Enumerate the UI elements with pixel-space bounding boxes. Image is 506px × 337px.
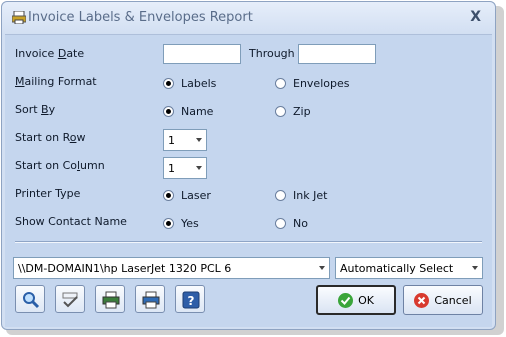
invoice-date-label: Invoice Date — [15, 47, 85, 60]
svg-text:?: ? — [188, 294, 195, 308]
report-icon — [12, 11, 26, 24]
preview-button[interactable] — [15, 285, 45, 313]
print-setup-icon — [102, 291, 120, 309]
title-bar: Invoice Labels & Envelopes Report X — [2, 2, 495, 34]
dialog-body: Invoice Date Through Mailing Format Labe… — [5, 34, 492, 327]
check-icon — [338, 292, 354, 308]
radio-labels[interactable]: Labels — [163, 77, 216, 90]
invoice-date-field[interactable] — [163, 44, 241, 64]
sort-by-label: Sort By — [15, 103, 56, 116]
magnifier-icon — [23, 292, 40, 309]
cancel-button[interactable]: Cancel — [403, 285, 483, 315]
ok-button[interactable]: OK — [316, 285, 396, 315]
cancel-x-icon — [414, 292, 430, 308]
mailing-format-label: Mailing Format — [15, 75, 97, 88]
start-row-select[interactable]: 1 — [163, 129, 207, 151]
radio-yes[interactable]: Yes — [163, 217, 199, 230]
radio-name[interactable]: Name — [163, 105, 213, 118]
printer-type-label: Printer Type — [15, 187, 81, 200]
radio-no-dot — [275, 218, 286, 229]
radio-yes-dot — [163, 218, 174, 229]
through-date-field[interactable] — [298, 44, 376, 64]
ok-label: OK — [358, 293, 374, 307]
radio-name-dot — [163, 106, 174, 117]
radio-inkjet-dot — [275, 190, 286, 201]
cancel-label: Cancel — [434, 293, 472, 307]
start-column-label: Start on Column — [15, 159, 105, 172]
help-icon: ? — [182, 291, 200, 309]
chevron-down-icon — [196, 166, 202, 170]
paper-tray-select[interactable]: Automatically Select — [335, 257, 483, 279]
help-button[interactable]: ? — [175, 285, 205, 313]
dialog-window: Invoice Labels & Envelopes Report X Invo… — [1, 1, 496, 330]
radio-zip[interactable]: Zip — [275, 105, 311, 118]
show-contact-label: Show Contact Name — [15, 215, 127, 228]
radio-laser-dot — [163, 190, 174, 201]
printer-icon — [142, 291, 160, 309]
window-title: Invoice Labels & Envelopes Report — [28, 10, 253, 25]
radio-zip-dot — [275, 106, 286, 117]
start-row-label: Start on Row — [15, 131, 86, 144]
chevron-down-icon — [472, 266, 478, 270]
radio-no[interactable]: No — [275, 217, 308, 230]
divider — [15, 241, 482, 243]
print-setup-button[interactable] — [95, 285, 125, 313]
through-label: Through — [249, 47, 295, 60]
chevron-down-icon — [196, 138, 202, 142]
radio-envelopes-dot — [275, 78, 286, 89]
start-column-select[interactable]: 1 — [163, 157, 207, 179]
chevron-down-icon — [319, 266, 325, 270]
radio-inkjet[interactable]: Ink Jet — [275, 189, 327, 202]
radio-labels-dot — [163, 78, 174, 89]
printer-select[interactable]: \\DM-DOMAIN1\hp LaserJet 1320 PCL 6 — [13, 257, 330, 279]
radio-laser[interactable]: Laser — [163, 189, 211, 202]
spell-check-button[interactable] — [55, 285, 85, 313]
spell-check-icon — [62, 292, 78, 308]
radio-envelopes[interactable]: Envelopes — [275, 77, 349, 90]
print-button[interactable] — [135, 285, 165, 313]
close-icon[interactable]: X — [470, 9, 481, 25]
